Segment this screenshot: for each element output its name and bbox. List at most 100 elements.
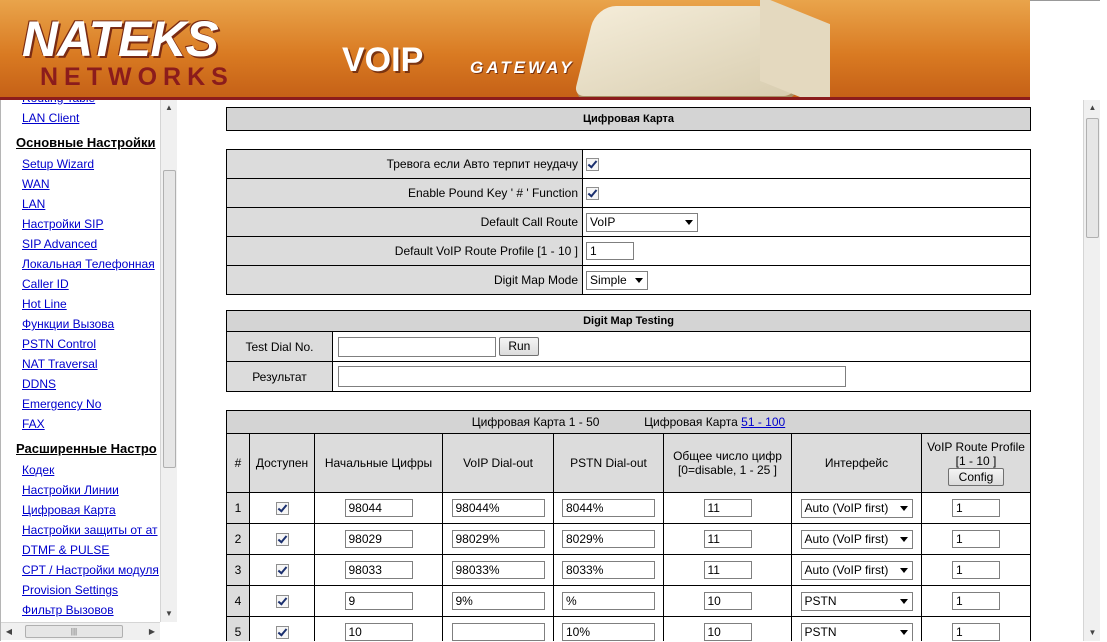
- sidebar-item-call-features[interactable]: Функции Вызова: [22, 314, 160, 334]
- voip-dialout-input[interactable]: [451, 530, 545, 548]
- sidebar-item-wan[interactable]: WAN: [22, 174, 160, 194]
- enabled-checkbox[interactable]: [275, 626, 289, 640]
- col-prefix: Начальные Цифры: [314, 433, 443, 493]
- digit-map-range-other-label: Цифровая Карта: [644, 415, 738, 429]
- sidebar-item-sip-settings[interactable]: Настройки SIP: [22, 214, 160, 234]
- enabled-checkbox[interactable]: [275, 564, 289, 578]
- prefix-input[interactable]: [344, 561, 413, 579]
- test-dial-row: Test Dial No. Run: [226, 331, 1031, 362]
- scroll-left-icon[interactable]: ◀: [1, 623, 17, 640]
- sidebar-scroll-thumb[interactable]: [163, 170, 176, 468]
- sidebar-item-provision[interactable]: Provision Settings: [22, 580, 160, 600]
- voip-dialout-input[interactable]: [451, 623, 545, 641]
- chevron-down-icon: [899, 536, 908, 542]
- sidebar-item-emergency-no[interactable]: Emergency No: [22, 394, 160, 414]
- sidebar-item-call-filter[interactable]: Фильтр Вызовов: [22, 600, 160, 620]
- prefix-input[interactable]: [344, 623, 413, 641]
- total-digits-input[interactable]: [703, 592, 752, 610]
- sidebar-item-dtmf-pulse[interactable]: DTMF & PULSE: [22, 540, 160, 560]
- interface-select[interactable]: Auto (VoIP first): [800, 529, 913, 549]
- sidebar-item-pstn-control[interactable]: PSTN Control: [22, 334, 160, 354]
- header-banner: NATEKS NETWORKS VOIP GATEWAY: [0, 0, 1030, 100]
- enabled-checkbox[interactable]: [275, 533, 289, 547]
- test-dial-label: Test Dial No.: [226, 331, 333, 362]
- interface-select[interactable]: Auto (VoIP first): [800, 560, 913, 580]
- prefix-input[interactable]: [344, 530, 413, 548]
- sidebar-item-protection-settings[interactable]: Настройки защиты от ат: [22, 520, 160, 540]
- sidebar-item-setup-wizard[interactable]: Setup Wizard: [22, 154, 160, 174]
- pstn-dialout-input[interactable]: [562, 561, 655, 579]
- total-digits-input[interactable]: [703, 561, 752, 579]
- scroll-up-icon[interactable]: ▲: [161, 100, 177, 116]
- sidebar-vertical-scrollbar[interactable]: ▲ ▼: [160, 100, 177, 622]
- scroll-right-icon[interactable]: ▶: [144, 623, 160, 640]
- run-button[interactable]: Run: [499, 337, 540, 356]
- table-row: 1 Auto (VoIP first): [226, 492, 1031, 524]
- pstn-dialout-input[interactable]: [562, 530, 655, 548]
- sidebar-item-routing-table[interactable]: Routing Table: [22, 100, 160, 108]
- sidebar-item-local-phone[interactable]: Локальная Телефонная: [22, 254, 160, 274]
- route-profile-cell-input[interactable]: [952, 530, 1000, 548]
- interface-select[interactable]: Auto (VoIP first): [800, 498, 913, 518]
- route-profile-cell-input[interactable]: [952, 623, 1000, 641]
- main-scroll-thumb[interactable]: [1086, 118, 1099, 238]
- chevron-down-icon: [635, 277, 643, 283]
- digit-map-settings: Тревога если Авто терпит неудачу Enable …: [226, 149, 1031, 295]
- interface-select[interactable]: PSTN: [800, 591, 913, 611]
- enabled-checkbox[interactable]: [275, 502, 289, 516]
- prefix-input[interactable]: [344, 499, 413, 517]
- sidebar-hscroll-thumb[interactable]: |||: [25, 625, 123, 638]
- sidebar-item-codec[interactable]: Кодек: [22, 460, 160, 480]
- total-digits-input[interactable]: [703, 623, 752, 641]
- digit-map-header-row: # Доступен Начальные Цифры VoIP Dial-out…: [226, 433, 1031, 493]
- route-profile-cell-input[interactable]: [952, 561, 1000, 579]
- chevron-down-icon: [685, 219, 693, 225]
- alarm-checkbox[interactable]: [586, 158, 599, 172]
- pstn-dialout-input[interactable]: [562, 623, 655, 641]
- sidebar-item-hot-line[interactable]: Hot Line: [22, 294, 160, 314]
- call-route-label: Default Call Route: [226, 207, 583, 237]
- route-profile-input[interactable]: [586, 242, 634, 260]
- map-mode-select[interactable]: Simple: [586, 270, 648, 290]
- col-interface: Интерфейс: [791, 433, 922, 493]
- sidebar-item-lan[interactable]: LAN: [22, 194, 160, 214]
- total-digits-input[interactable]: [703, 499, 752, 517]
- config-button[interactable]: Config: [947, 468, 1005, 486]
- test-dial-input[interactable]: [338, 336, 496, 357]
- prefix-input[interactable]: [344, 592, 413, 610]
- enabled-checkbox[interactable]: [275, 595, 289, 609]
- voip-dialout-input[interactable]: [451, 499, 545, 517]
- pound-key-checkbox[interactable]: [586, 187, 599, 201]
- col-enabled: Доступен: [249, 433, 315, 493]
- route-profile-cell-input[interactable]: [952, 499, 1000, 517]
- sidebar-item-fax[interactable]: FAX: [22, 414, 160, 434]
- main-vertical-scrollbar[interactable]: ▲ ▼: [1083, 100, 1101, 641]
- route-profile-cell-input[interactable]: [952, 592, 1000, 610]
- pstn-dialout-input[interactable]: [562, 499, 655, 517]
- interface-select[interactable]: PSTN: [800, 622, 913, 641]
- voip-dialout-input[interactable]: [451, 561, 545, 579]
- digit-map-range-link[interactable]: 51 - 100: [741, 415, 785, 429]
- sidebar-item-nat-traversal[interactable]: NAT Traversal: [22, 354, 160, 374]
- scroll-up-icon[interactable]: ▲: [1084, 100, 1101, 116]
- col-number: #: [226, 433, 250, 493]
- sidebar-item-line-settings[interactable]: Настройки Линии: [22, 480, 160, 500]
- total-digits-input[interactable]: [703, 530, 752, 548]
- sidebar-item-caller-id[interactable]: Caller ID: [22, 274, 160, 294]
- table-row: 5 PSTN: [226, 616, 1031, 641]
- sidebar-section-basic: Основные Настройки: [16, 135, 156, 150]
- sidebar-item-cpt-module[interactable]: CPT / Настройки модуля: [22, 560, 160, 580]
- scroll-down-icon[interactable]: ▼: [1084, 625, 1101, 641]
- sidebar-item-sip-advanced[interactable]: SIP Advanced: [22, 234, 160, 254]
- voip-dialout-input[interactable]: [451, 592, 545, 610]
- sidebar-menu: Routing Table LAN Client Основные Настро…: [1, 100, 160, 620]
- pstn-dialout-input[interactable]: [562, 592, 655, 610]
- sidebar-horizontal-scrollbar[interactable]: ◀ ||| ▶: [1, 622, 160, 640]
- result-row: Результат: [226, 361, 1031, 392]
- col-total-digits: Общее число цифр [0=disable, 1 - 25 ]: [663, 433, 792, 493]
- sidebar-item-lan-client[interactable]: LAN Client: [22, 108, 160, 128]
- sidebar-item-ddns[interactable]: DDNS: [22, 374, 160, 394]
- call-route-select[interactable]: VoIP: [586, 212, 698, 232]
- sidebar-item-digit-map[interactable]: Цифровая Карта: [22, 500, 160, 520]
- scroll-down-icon[interactable]: ▼: [161, 606, 177, 622]
